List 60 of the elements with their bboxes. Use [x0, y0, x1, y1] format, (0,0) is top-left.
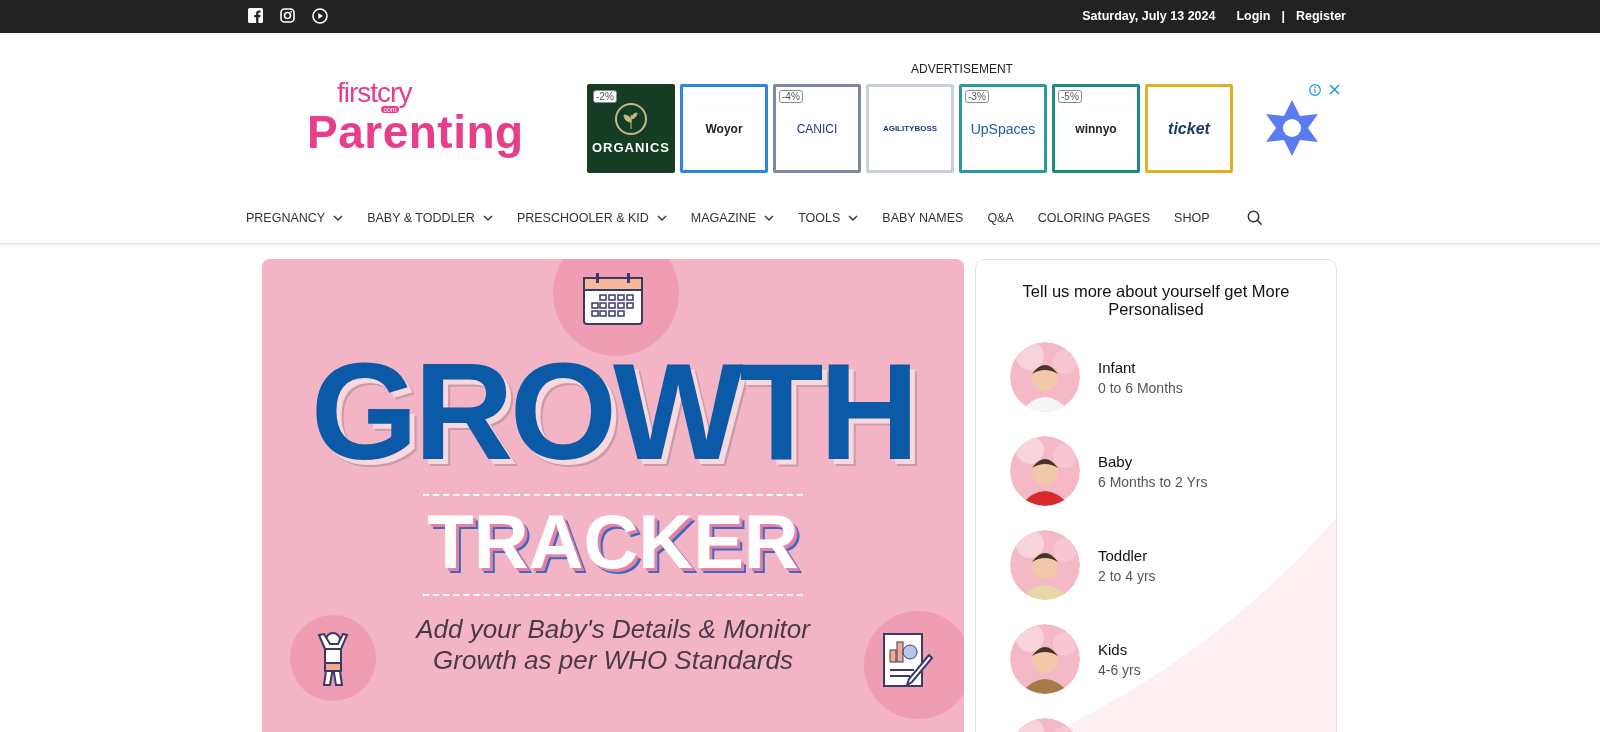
nav-item[interactable]: PRESCHOOLER & KID: [516, 211, 667, 225]
leaf-icon: [614, 102, 648, 136]
facebook-icon[interactable]: [248, 8, 263, 23]
stage-name[interactable]: Kids: [1098, 640, 1141, 658]
nav-item[interactable]: BABY & TODDLER: [367, 211, 493, 225]
card-title: Tell us more about yourself get More Personalised: [1021, 281, 1291, 319]
caret-icon[interactable]: [333, 215, 344, 221]
info-icon[interactable]: [1309, 84, 1321, 96]
advertisement-label: ADVERTISEMENT: [910, 62, 1014, 76]
stage-name[interactable]: Toddler: [1098, 546, 1156, 564]
caret-icon[interactable]: [656, 215, 667, 221]
play-icon[interactable]: [312, 7, 328, 24]
nav-item[interactable]: Q&A: [987, 211, 1014, 225]
banner-title: GROWTH: [310, 342, 916, 480]
caret-icon[interactable]: [482, 215, 493, 221]
nav-item[interactable]: TOOLS: [798, 211, 859, 225]
banner-subtitle: TRACKER: [427, 504, 799, 580]
nav-item[interactable]: SHOP: [1174, 211, 1210, 225]
stage-name[interactable]: Baby: [1098, 452, 1208, 470]
growth-tracker-banner[interactable]: GROWTH TRACKER Add your Baby's Details & Monitor Growth as per WHO Standards: [262, 259, 964, 732]
search-icon[interactable]: [1246, 210, 1263, 226]
brand-name: CANICI: [796, 121, 838, 136]
nav-item[interactable]: BABY NAMES: [882, 211, 964, 225]
login-link[interactable]: Login: [1236, 8, 1271, 23]
nav-item[interactable]: MAGAZINE: [690, 211, 775, 225]
brand-name: AGILITYBOSS: [882, 124, 938, 133]
brand-name: ticket: [1168, 119, 1210, 138]
register-link[interactable]: Register: [1295, 8, 1346, 23]
banner-text: Add your Baby's Details & Monitor Growth as per WHO Standards: [414, 614, 812, 677]
ad-tile[interactable]: -2% ORGANICS: [587, 84, 675, 173]
brand-name: winnyo: [1075, 121, 1117, 136]
discount-badge: -2%: [593, 90, 617, 103]
caret-icon[interactable]: [848, 215, 859, 221]
brand-name: Woyor: [705, 121, 743, 136]
close-icon[interactable]: [1329, 84, 1340, 95]
baby-icon: [316, 631, 350, 687]
nav-item[interactable]: COLORING PAGES: [1037, 211, 1151, 225]
caret-icon[interactable]: [764, 215, 775, 221]
brand-name: UpSpaces: [970, 120, 1036, 137]
nav-item[interactable]: PREGNANCY: [246, 211, 344, 225]
instagram-icon[interactable]: [280, 8, 295, 23]
ad-tile[interactable]: AGILITYBOSS: [866, 84, 954, 173]
ad-tile[interactable]: ticket: [1145, 84, 1233, 173]
separator-text: |: [1281, 8, 1285, 23]
date-text: Saturday, July 13 2024: [1082, 8, 1216, 23]
discount-badge: -5%: [1058, 90, 1082, 103]
discount-badge: -4%: [779, 90, 803, 103]
stage-name[interactable]: Infant: [1098, 358, 1183, 376]
stage-age-range: 0 to 6 Months: [1098, 379, 1183, 396]
discount-badge: -3%: [965, 90, 989, 103]
ad-tile[interactable]: -4% CANICI: [773, 84, 861, 173]
ad-tile[interactable]: -5% winnyo: [1052, 84, 1140, 173]
stage-age-range: 4-6 yrs: [1098, 661, 1141, 678]
report-icon: [882, 632, 936, 690]
calendar-icon: [582, 272, 644, 326]
ad-tile[interactable]: -3% UpSpaces: [959, 84, 1047, 173]
stage-age-range: 2 to 4 yrs: [1098, 567, 1156, 584]
ad-tile[interactable]: Woyor: [680, 84, 768, 173]
brand-name: ORGANICS: [591, 140, 671, 155]
stage-age-range: 6 Months to 2 Yrs: [1098, 473, 1208, 490]
